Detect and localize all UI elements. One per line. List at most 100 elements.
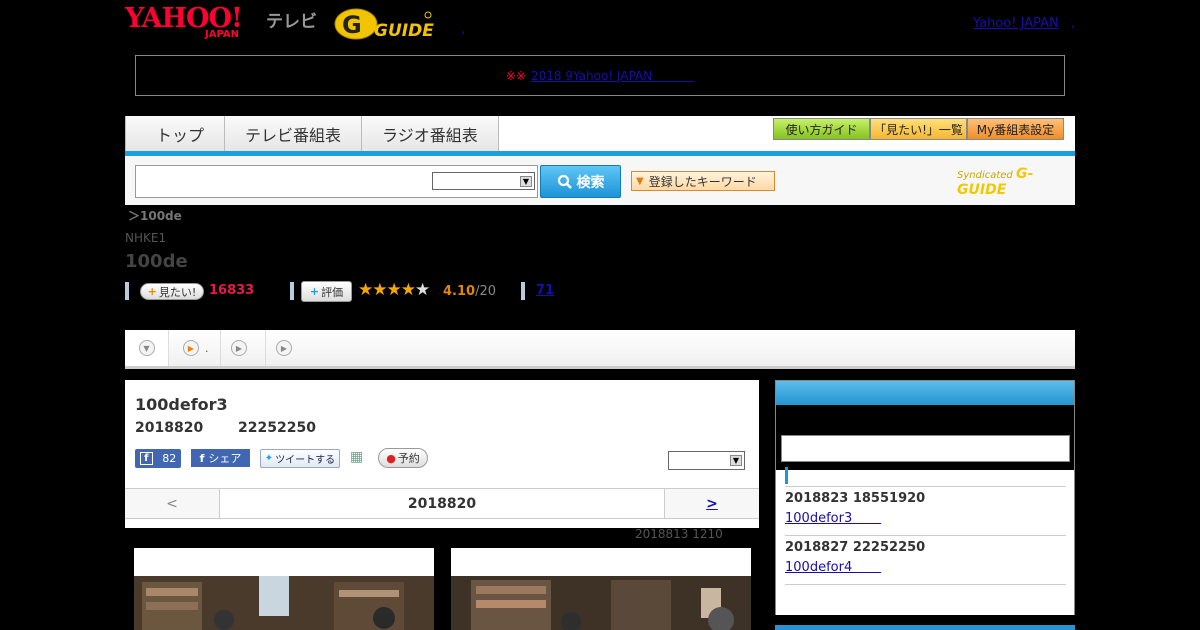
rating-score: 4.10/20 <box>443 284 496 299</box>
share-label: シェア <box>208 452 242 465</box>
plus-icon: + <box>147 285 157 298</box>
divider <box>785 584 1066 585</box>
star-filled-icon: ★ <box>358 280 373 300</box>
header-separator: , <box>461 22 466 37</box>
pager-next-button[interactable]: > <box>664 489 759 518</box>
star-filled-icon: ★ <box>386 280 402 300</box>
nav-tabs: トップ テレビ番組表 ラジオ番組表 <box>125 116 499 151</box>
reserve-button[interactable]: ● 予約 <box>378 448 428 468</box>
tab-item-label: . <box>205 341 209 355</box>
tv-label[interactable]: テレビ <box>266 7 317 32</box>
registered-keyword-button[interactable]: ▼ 登録したキーワード <box>631 171 775 191</box>
episode-panel: 100defor3 2018820 22252250 f 82 f シェア ✦ … <box>125 380 759 528</box>
play-icon: ▶ <box>231 340 247 356</box>
search-button[interactable]: 検索 <box>540 165 621 198</box>
svg-text:GUIDE: GUIDE <box>374 21 434 41</box>
sidebar-input[interactable] <box>781 435 1070 462</box>
play-icon: ▶ <box>183 340 199 356</box>
divider-bar <box>521 282 525 300</box>
tab-item-2[interactable]: ▶ . <box>169 330 221 366</box>
divider-bar <box>290 282 294 300</box>
my-schedule-settings-button[interactable]: My番組表設定 <box>967 118 1064 140</box>
twitter-icon: ✦ <box>264 453 274 464</box>
recorder-select[interactable]: ▼ <box>668 451 745 470</box>
want-to-watch-list-button[interactable]: 「見たい!」一覧 <box>870 118 967 140</box>
syndicated-text: Syndicated <box>957 170 1013 181</box>
rate-label: 評価 <box>321 285 344 299</box>
search-bar: ▼ 検索 ▼ 登録したキーワード Syndicated G-GUIDE <box>125 156 1075 205</box>
yahoo-japan-link[interactable]: Yahoo! JAPAN <box>973 16 1059 31</box>
nav-tab-top[interactable]: トップ <box>126 116 226 151</box>
want-to-watch-label: 見たい! <box>158 285 197 299</box>
divider-bar <box>125 282 129 300</box>
sidebar-item-link[interactable]: 100defor4 <box>785 560 881 575</box>
syndicated-logo: Syndicated G-GUIDE <box>957 166 1075 198</box>
reserve-label: 予約 <box>397 452 420 465</box>
header-separator: , <box>1071 16 1076 31</box>
yahoo-logo-sub: JAPAN <box>205 29 239 40</box>
facebook-icon: f <box>199 451 205 465</box>
facebook-like-button[interactable]: f 82 <box>135 449 181 468</box>
calendar-add-icon[interactable]: ▦ <box>350 449 368 467</box>
notice-mark: ※※ <box>505 68 526 83</box>
channel-name: NHKE1 <box>125 231 167 245</box>
sidebar-header <box>776 381 1074 405</box>
tweet-button[interactable]: ✦ ツイートする <box>260 449 340 468</box>
facebook-share-button[interactable]: f シェア <box>191 449 250 467</box>
divider <box>785 486 1066 487</box>
tweet-label: ツイートする <box>275 455 336 466</box>
rating-value: 4.10 <box>443 284 476 299</box>
global-nav: トップ テレビ番組表 ラジオ番組表 使い方ガイド 「見たい!」一覧 My番組表設… <box>125 116 1075 205</box>
plus-icon: + <box>309 285 320 298</box>
notice-link[interactable]: 2018 9Yahoo! JAPAN <box>531 69 694 83</box>
tab-item-3[interactable]: ▶ <box>221 330 266 366</box>
chevron-down-icon: ▼ <box>138 340 155 356</box>
facebook-like-count: 82 <box>162 452 177 465</box>
sidebar-accent-bar <box>785 467 788 484</box>
nav-tab-tv-schedule[interactable]: テレビ番組表 <box>225 116 363 151</box>
record-dot-icon: ● <box>386 451 396 465</box>
sidebar-next-panel-header <box>775 625 1075 630</box>
svg-text:G: G <box>342 11 362 39</box>
notice-box: ※※ 2018 9Yahoo! JAPAN <box>135 55 1065 96</box>
want-to-watch-button[interactable]: + 見たい! <box>140 283 204 300</box>
play-icon: ▶ <box>276 340 292 356</box>
rating-total: /20 <box>475 284 496 299</box>
gguide-logo[interactable]: G GUIDE <box>334 7 434 41</box>
related-episodes-panel: 2018823 18551920 100defor3 2018827 22252… <box>775 380 1075 615</box>
nav-tab-radio-schedule[interactable]: ラジオ番組表 <box>362 116 499 151</box>
episode-date: 2018820 <box>135 420 204 436</box>
tab-program-info[interactable]: ▼ <box>125 330 169 366</box>
yahoo-japan-logo[interactable]: YAHOO! JAPAN <box>125 3 263 42</box>
bookshelf-photo-1 <box>134 576 434 630</box>
search-button-label: 検索 <box>576 174 605 191</box>
pager-current-date: 2018820 <box>220 489 664 518</box>
star-filled-icon: ★ <box>372 280 387 300</box>
sidebar-item-link[interactable]: 100defor3 <box>785 511 881 526</box>
episode-thumbnail-2[interactable] <box>451 548 751 630</box>
triangle-down-icon: ▼ <box>636 175 644 187</box>
divider <box>785 535 1066 536</box>
star-empty-icon: ★ <box>415 280 430 300</box>
pager-prev-button[interactable]: < <box>125 489 220 518</box>
content-tab-strip: ▼ ▶ . ▶ ▶ <box>125 330 1075 369</box>
guide-button[interactable]: 使い方ガイド <box>773 118 870 140</box>
search-scope-select[interactable]: ▼ <box>432 172 535 190</box>
yahoo-logo-text: YAHOO! <box>125 3 243 34</box>
review-count-link[interactable]: 71 <box>536 283 554 298</box>
episode-time: 22252250 <box>238 420 316 436</box>
date-pager: < 2018820 > <box>125 488 759 519</box>
episode-thumbnail-1[interactable] <box>134 548 434 630</box>
rate-button[interactable]: + 評価 <box>301 281 352 302</box>
page: YAHOO! JAPAN テレビ G GUIDE , Yahoo! JAPAN … <box>0 0 1200 630</box>
breadcrumb: ＞100de <box>128 209 182 223</box>
rating-stars: ★★★★★ <box>358 280 430 300</box>
episode-title: 100defor3 <box>135 395 228 414</box>
tab-item-4[interactable]: ▶ <box>266 330 311 366</box>
page-title: 100de <box>125 251 188 272</box>
chevron-down-icon: ▼ <box>520 176 532 187</box>
registered-keyword-label: 登録したキーワード <box>648 174 757 189</box>
chevron-down-icon: ▼ <box>730 455 742 466</box>
sidebar-item-date: 2018823 18551920 <box>785 491 926 506</box>
want-to-watch-count: 16833 <box>209 283 255 298</box>
